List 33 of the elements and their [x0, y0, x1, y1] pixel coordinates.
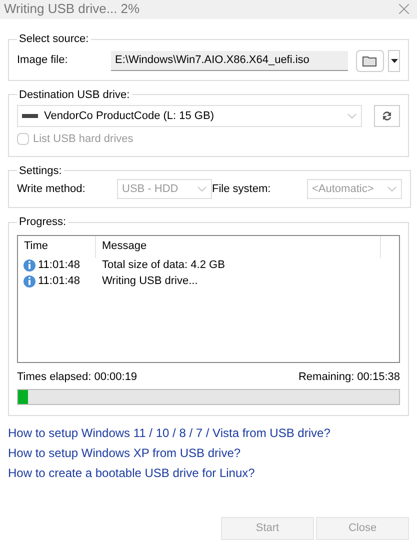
group-label: Destination USB drive:: [18, 88, 131, 102]
window-title: Writing USB drive... 2%: [4, 0, 140, 18]
folder-icon: [362, 54, 378, 66]
remaining-time: Remaining: 00:15:38: [298, 370, 400, 384]
column-header[interactable]: Message: [96, 236, 381, 258]
info-icon: [23, 259, 36, 272]
image-file-field[interactable]: E:\Windows\Win7.AIO.X86.X64_uefi.iso: [111, 50, 348, 70]
refresh-button[interactable]: [374, 105, 400, 127]
info-icon: [23, 275, 36, 288]
refresh-icon: [381, 110, 393, 122]
drive-dropdown[interactable]: VendorCo ProductCode (L: 15 GB): [17, 105, 362, 127]
field-label: Write method:: [17, 182, 86, 197]
log-time: 11:01:48: [38, 258, 80, 274]
group-label: Progress:: [18, 215, 68, 230]
column-header[interactable]: Time: [18, 236, 96, 258]
help-link[interactable]: How to setup Windows 11 / 10 / 8 / 7 / Vista from USB drive?: [8, 424, 330, 442]
chevron-icon: [347, 113, 357, 119]
chevron-icon: [197, 186, 207, 192]
drive-icon: [22, 114, 38, 118]
group-label: Settings:: [18, 164, 63, 178]
chevron-icon: [387, 186, 397, 192]
log-time: 11:01:48: [38, 274, 80, 290]
elapsed-time: Times elapsed: 00:00:19: [17, 370, 138, 384]
help-link[interactable]: How to create a bootable USB drive for Linux?: [8, 464, 255, 482]
log-message: Total size of data: 4.2 GB: [101, 258, 225, 274]
browse-button[interactable]: [356, 50, 384, 72]
field-label: Image file:: [17, 53, 69, 68]
group-label: Select source:: [18, 32, 90, 47]
dropdown-button[interactable]: [388, 50, 400, 72]
field-label: File system:: [212, 182, 272, 197]
log-message: Writing USB drive...: [101, 274, 198, 290]
help-link[interactable]: How to setup Windows XP from USB drive?: [8, 444, 241, 462]
caret-icon: [390, 58, 398, 62]
